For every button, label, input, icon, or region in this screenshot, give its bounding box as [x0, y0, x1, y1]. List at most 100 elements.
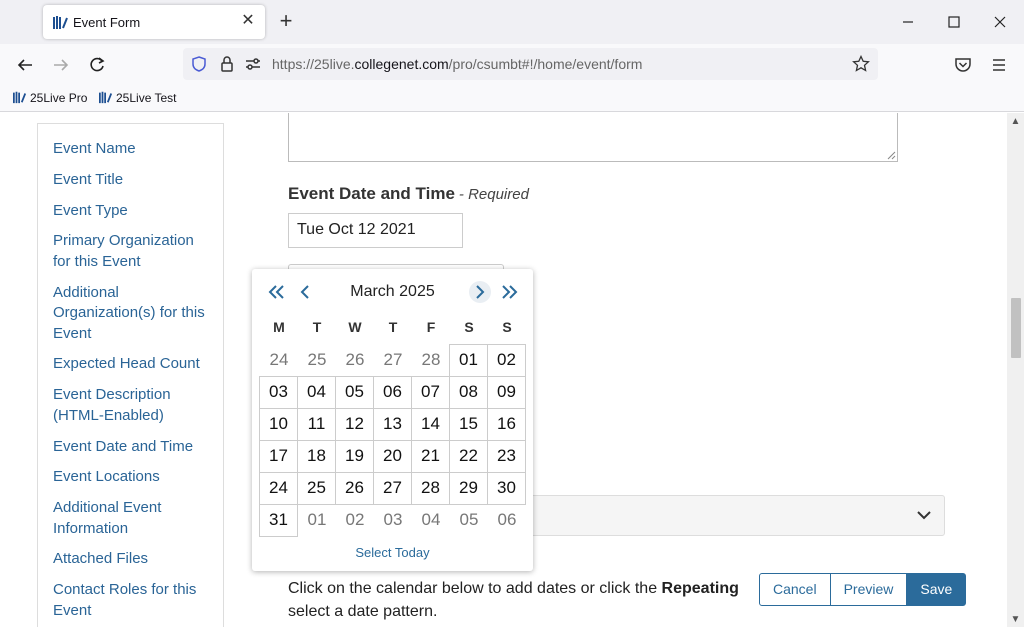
- datepicker-day-outside-month[interactable]: 24: [260, 344, 298, 376]
- datepicker-day[interactable]: 04: [297, 376, 336, 409]
- datepicker-day[interactable]: 08: [449, 376, 488, 409]
- next-month-icon[interactable]: [469, 281, 491, 303]
- datepicker-day[interactable]: 07: [411, 376, 450, 409]
- event-date-heading: Event Date and Time - Required: [288, 184, 529, 203]
- datepicker-day[interactable]: 23: [487, 440, 526, 473]
- datepicker-day[interactable]: 01: [449, 344, 488, 377]
- scrollbar-thumb[interactable]: [1011, 298, 1021, 358]
- sidenav-item-contact-roles[interactable]: Contact Roles for this Event: [53, 580, 215, 621]
- datepicker-day-outside-month[interactable]: 26: [336, 344, 374, 376]
- close-window-icon[interactable]: [990, 12, 1010, 32]
- datepicker-day[interactable]: 26: [335, 472, 374, 505]
- datepicker-day[interactable]: 30: [487, 472, 526, 505]
- sidenav-item-event-date-and-time[interactable]: Event Date and Time: [53, 437, 215, 458]
- sidenav-item-attached-files[interactable]: Attached Files: [53, 549, 215, 570]
- datepicker-day[interactable]: 10: [259, 408, 298, 441]
- page-scrollbar[interactable]: ▲ ▼: [1007, 113, 1024, 627]
- datepicker-day[interactable]: 22: [449, 440, 488, 473]
- datepicker-day[interactable]: 14: [411, 408, 450, 441]
- datepicker-day[interactable]: 03: [259, 376, 298, 409]
- 25live-bookmark-icon: [99, 91, 113, 104]
- datepicker-day[interactable]: 05: [335, 376, 374, 409]
- sidenav-item-event-title[interactable]: Event Title: [53, 170, 215, 191]
- sidenav-item-primary-organization[interactable]: Primary Organization for this Event: [53, 231, 215, 272]
- address-bar[interactable]: https://25live.collegenet.com/pro/csumbt…: [183, 48, 878, 80]
- sidenav-item-event-description[interactable]: Event Description (HTML-Enabled): [53, 385, 215, 426]
- url-text[interactable]: https://25live.collegenet.com/pro/csumbt…: [272, 56, 642, 72]
- weekday-label: F: [426, 319, 436, 335]
- datepicker-day-outside-month[interactable]: 03: [374, 504, 412, 536]
- scroll-up-icon[interactable]: ▲: [1010, 117, 1021, 127]
- datepicker-day[interactable]: 15: [449, 408, 488, 441]
- datepicker-day[interactable]: 24: [259, 472, 298, 505]
- cancel-button[interactable]: Cancel: [759, 573, 831, 606]
- new-tab-icon[interactable]: +: [276, 10, 296, 32]
- forward-icon[interactable]: [50, 54, 72, 76]
- datepicker-day-outside-month[interactable]: 01: [298, 504, 336, 536]
- datepicker-day[interactable]: 28: [411, 472, 450, 505]
- datepicker-day[interactable]: 13: [373, 408, 412, 441]
- weekday-label: S: [464, 319, 474, 335]
- tab-close-icon[interactable]: ✕: [239, 12, 257, 30]
- datepicker-day-outside-month[interactable]: 02: [336, 504, 374, 536]
- scroll-down-icon[interactable]: ▼: [1010, 615, 1021, 625]
- datepicker-day-outside-month[interactable]: 04: [412, 504, 450, 536]
- sidenav-item-expected-head-count[interactable]: Expected Head Count: [53, 354, 215, 375]
- maximize-icon[interactable]: [944, 12, 964, 32]
- bookmark-25live-pro[interactable]: 25Live Pro: [13, 90, 87, 108]
- datepicker-day-grid: 24 25 26 27 28 01 02 03 04 05 06 07 08 09 10 11 12 13 14 15…: [259, 344, 526, 537]
- tab-event-form[interactable]: Event Form ✕: [43, 5, 265, 39]
- datepicker-day[interactable]: 12: [335, 408, 374, 441]
- datepicker-day-outside-month[interactable]: 06: [488, 504, 526, 536]
- pocket-icon[interactable]: [952, 54, 974, 76]
- datepicker-day-outside-month[interactable]: 27: [374, 344, 412, 376]
- event-date-input[interactable]: Tue Oct 12 2021: [288, 213, 463, 248]
- shield-icon[interactable]: [191, 56, 207, 72]
- menu-icon[interactable]: [988, 54, 1010, 76]
- weekday-label: M: [273, 319, 285, 335]
- next-year-icon[interactable]: [498, 281, 520, 303]
- datepicker-day-outside-month[interactable]: 28: [412, 344, 450, 376]
- preview-button[interactable]: Preview: [829, 573, 908, 606]
- previous-year-icon[interactable]: [266, 281, 288, 303]
- sidenav-item-event-type[interactable]: Event Type: [53, 201, 215, 222]
- datepicker-day[interactable]: 02: [487, 344, 526, 377]
- datepicker-day[interactable]: 06: [373, 376, 412, 409]
- back-icon[interactable]: [14, 54, 36, 76]
- weekday-label: S: [502, 319, 512, 335]
- sidenav-item-event-locations[interactable]: Event Locations: [53, 467, 215, 488]
- permissions-icon[interactable]: [245, 56, 261, 72]
- datepicker-day[interactable]: 18: [297, 440, 336, 473]
- calendar-help-text: Click on the calendar below to add dates…: [288, 580, 739, 620]
- previous-month-icon[interactable]: [294, 281, 316, 303]
- datepicker-day[interactable]: 11: [297, 408, 336, 441]
- datepicker-day[interactable]: 21: [411, 440, 450, 473]
- sidenav-item-event-name[interactable]: Event Name: [53, 139, 215, 160]
- datepicker-day[interactable]: 25: [297, 472, 336, 505]
- datepicker-day-outside-month[interactable]: 05: [450, 504, 488, 536]
- datepicker-month-title[interactable]: March 2025: [322, 283, 463, 301]
- datepicker-day[interactable]: 20: [373, 440, 412, 473]
- bookmark-star-icon[interactable]: [852, 55, 870, 73]
- datepicker-day[interactable]: 31: [259, 504, 298, 537]
- datepicker-day[interactable]: 19: [335, 440, 374, 473]
- datepicker-day-outside-month[interactable]: 25: [298, 344, 336, 376]
- bookmarks-bar: 25Live Pro 25Live Test: [0, 86, 1024, 112]
- datepicker-day[interactable]: 17: [259, 440, 298, 473]
- datepicker-day[interactable]: 27: [373, 472, 412, 505]
- datepicker-day[interactable]: 09: [487, 376, 526, 409]
- datepicker-day[interactable]: 29: [449, 472, 488, 505]
- 25live-bookmark-icon: [13, 91, 27, 104]
- sidenav-item-additional-organizations[interactable]: Additional Organization(s) for this Even…: [53, 283, 215, 345]
- select-today-link[interactable]: Select Today: [252, 545, 533, 560]
- resize-grip-icon[interactable]: [886, 150, 896, 160]
- description-textarea[interactable]: [288, 113, 898, 162]
- lock-icon[interactable]: [219, 55, 235, 73]
- minimize-icon[interactable]: [898, 12, 918, 32]
- bookmark-25live-test[interactable]: 25Live Test: [99, 90, 177, 108]
- reload-icon[interactable]: [86, 54, 108, 76]
- sidenav-item-additional-information[interactable]: Additional Event Information: [53, 498, 215, 539]
- save-button[interactable]: Save: [906, 573, 967, 606]
- datepicker-day[interactable]: 16: [487, 408, 526, 441]
- form-section-nav: Event Name Event Title Event Type Primar…: [37, 123, 224, 627]
